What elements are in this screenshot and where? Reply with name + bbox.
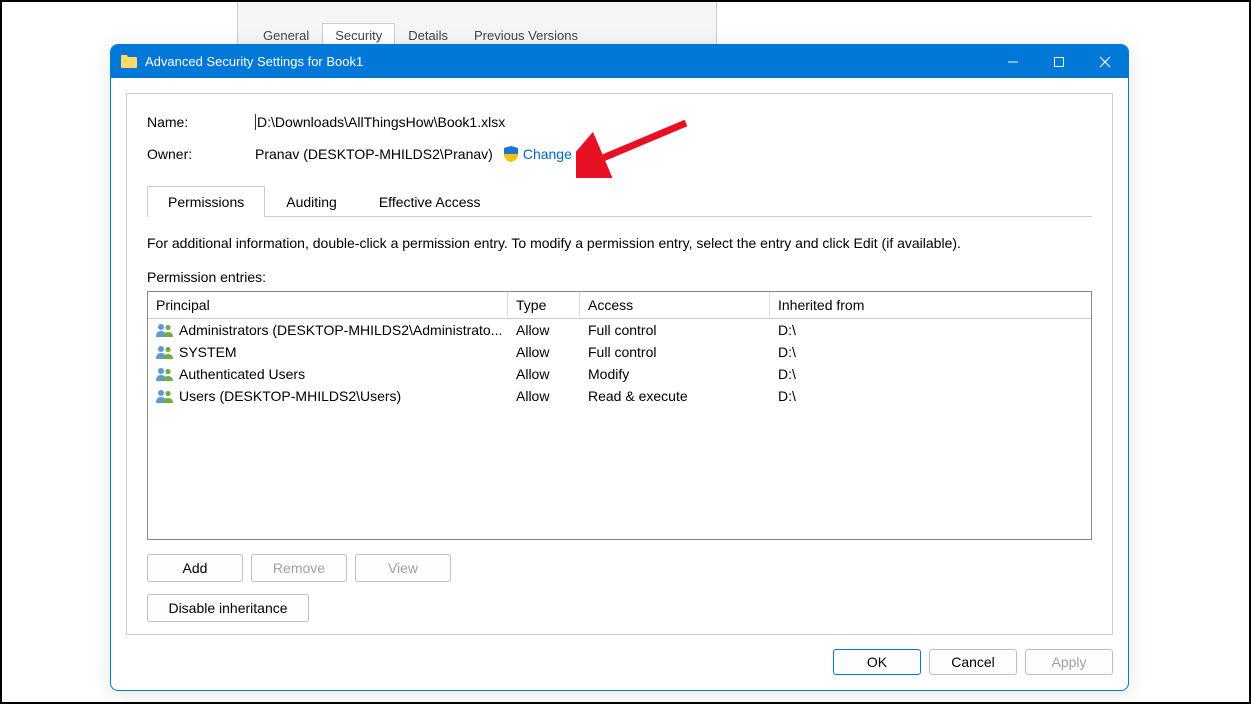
view-button: View [355, 554, 451, 582]
uac-shield-icon [503, 146, 519, 162]
inherited-value: D:\ [770, 321, 1091, 339]
principal-value: Users (DESKTOP-MHILDS2\Users) [179, 388, 401, 404]
tab-permissions[interactable]: Permissions [147, 186, 265, 217]
users-icon [156, 323, 174, 337]
entries-label: Permission entries: [147, 269, 1092, 285]
tab-auditing[interactable]: Auditing [265, 186, 358, 217]
col-header-access[interactable]: Access [580, 292, 770, 318]
permission-row[interactable]: Administrators (DESKTOP-MHILDS2\Administ… [148, 319, 1091, 341]
owner-value: Pranav (DESKTOP-MHILDS2\Pranav) [255, 146, 493, 162]
inherited-value: D:\ [770, 343, 1091, 361]
add-button[interactable]: Add [147, 554, 243, 582]
access-value: Full control [580, 321, 770, 339]
disable-inheritance-button[interactable]: Disable inheritance [147, 594, 309, 622]
name-label: Name: [147, 114, 255, 130]
type-value: Allow [508, 321, 580, 339]
type-value: Allow [508, 387, 580, 405]
apply-button: Apply [1025, 649, 1113, 675]
type-value: Allow [508, 365, 580, 383]
dialog-title: Advanced Security Settings for Book1 [145, 54, 363, 69]
change-owner-link[interactable]: Change [523, 146, 572, 162]
minimize-button[interactable] [990, 45, 1036, 78]
folder-icon [121, 55, 137, 68]
maximize-button[interactable] [1036, 45, 1082, 78]
permission-row[interactable]: Users (DESKTOP-MHILDS2\Users) AllowRead &… [148, 385, 1091, 407]
type-value: Allow [508, 343, 580, 361]
col-header-type[interactable]: Type [508, 292, 580, 318]
ok-button[interactable]: OK [833, 649, 921, 675]
advanced-security-dialog: Advanced Security Settings for Book1 Nam… [110, 44, 1129, 691]
users-icon [156, 345, 174, 359]
permission-row[interactable]: SYSTEM AllowFull controlD:\ [148, 341, 1091, 363]
remove-button: Remove [251, 554, 347, 582]
users-icon [156, 389, 174, 403]
name-value: D:\Downloads\AllThingsHow\Book1.xlsx [255, 114, 505, 130]
close-button[interactable] [1082, 45, 1128, 78]
screenshot-frame: General Security Details Previous Versio… [0, 0, 1251, 704]
access-value: Modify [580, 365, 770, 383]
permission-entries-table: Principal Type Access Inherited from Adm… [147, 291, 1092, 540]
col-header-inherited[interactable]: Inherited from [770, 292, 1091, 318]
access-value: Read & execute [580, 387, 770, 405]
access-value: Full control [580, 343, 770, 361]
permission-row[interactable]: Authenticated Users AllowModifyD:\ [148, 363, 1091, 385]
owner-label: Owner: [147, 146, 255, 162]
tab-effective-access[interactable]: Effective Access [358, 186, 502, 217]
inherited-value: D:\ [770, 387, 1091, 405]
main-panel: Name: D:\Downloads\AllThingsHow\Book1.xl… [126, 93, 1113, 635]
titlebar: Advanced Security Settings for Book1 [111, 45, 1128, 78]
col-header-principal[interactable]: Principal [148, 292, 508, 318]
principal-value: Administrators (DESKTOP-MHILDS2\Administ… [179, 322, 502, 338]
cancel-button[interactable]: Cancel [929, 649, 1017, 675]
info-text: For additional information, double-click… [147, 235, 1092, 251]
users-icon [156, 367, 174, 381]
inherited-value: D:\ [770, 365, 1091, 383]
principal-value: SYSTEM [179, 344, 237, 360]
principal-value: Authenticated Users [179, 366, 305, 382]
